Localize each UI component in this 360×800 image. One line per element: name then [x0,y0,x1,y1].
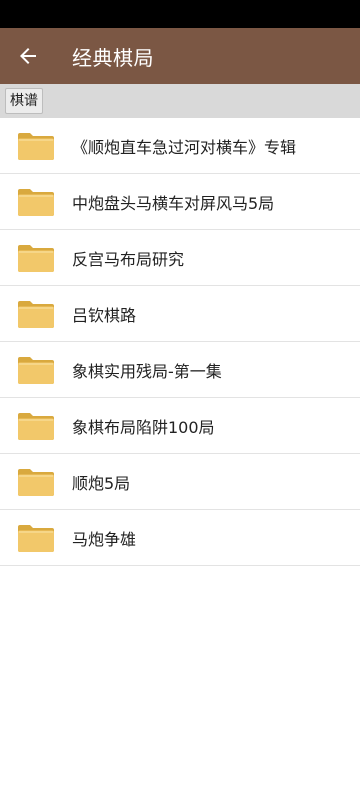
list-item[interactable]: 吕钦棋路 [0,286,360,342]
list-item[interactable]: 马炮争雄 [0,510,360,566]
page-title: 经典棋局 [72,45,154,70]
status-bar [0,0,360,28]
list-item-label: 象棋实用残局-第一集 [72,361,222,381]
list-item[interactable]: 象棋实用残局-第一集 [0,342,360,398]
folder-list: 《顺炮直车急过河对横车》专辑 中炮盘头马横车对屏风马5局 反宫马布局研究 吕钦棋… [0,118,360,566]
folder-icon [17,299,55,329]
list-item-label: 吕钦棋路 [72,305,137,325]
list-item-label: 象棋布局陷阱100局 [72,417,215,437]
list-item-label: 顺炮5局 [72,473,131,493]
folder-icon [17,243,55,273]
back-button[interactable] [0,28,56,84]
folder-icon [17,187,55,217]
list-item[interactable]: 象棋布局陷阱100局 [0,398,360,454]
folder-icon [17,467,55,497]
list-item[interactable]: 顺炮5局 [0,454,360,510]
list-item-label: 中炮盘头马横车对屏风马5局 [72,193,275,213]
list-item[interactable]: 《顺炮直车急过河对横车》专辑 [0,118,360,174]
app-bar: 经典棋局 [0,28,360,84]
list-item-label: 马炮争雄 [72,529,137,549]
list-item[interactable]: 反宫马布局研究 [0,230,360,286]
folder-icon [17,411,55,441]
list-item[interactable]: 中炮盘头马横车对屏风马5局 [0,174,360,230]
list-item-label: 《顺炮直车急过河对横车》专辑 [72,137,297,157]
folder-icon [17,131,55,161]
folder-icon [17,355,55,385]
breadcrumb-item[interactable]: 棋谱 [5,88,43,114]
arrow-left-icon [20,48,36,64]
list-item-label: 反宫马布局研究 [72,249,185,269]
folder-icon [17,523,55,553]
breadcrumb: 棋谱 [0,84,360,118]
